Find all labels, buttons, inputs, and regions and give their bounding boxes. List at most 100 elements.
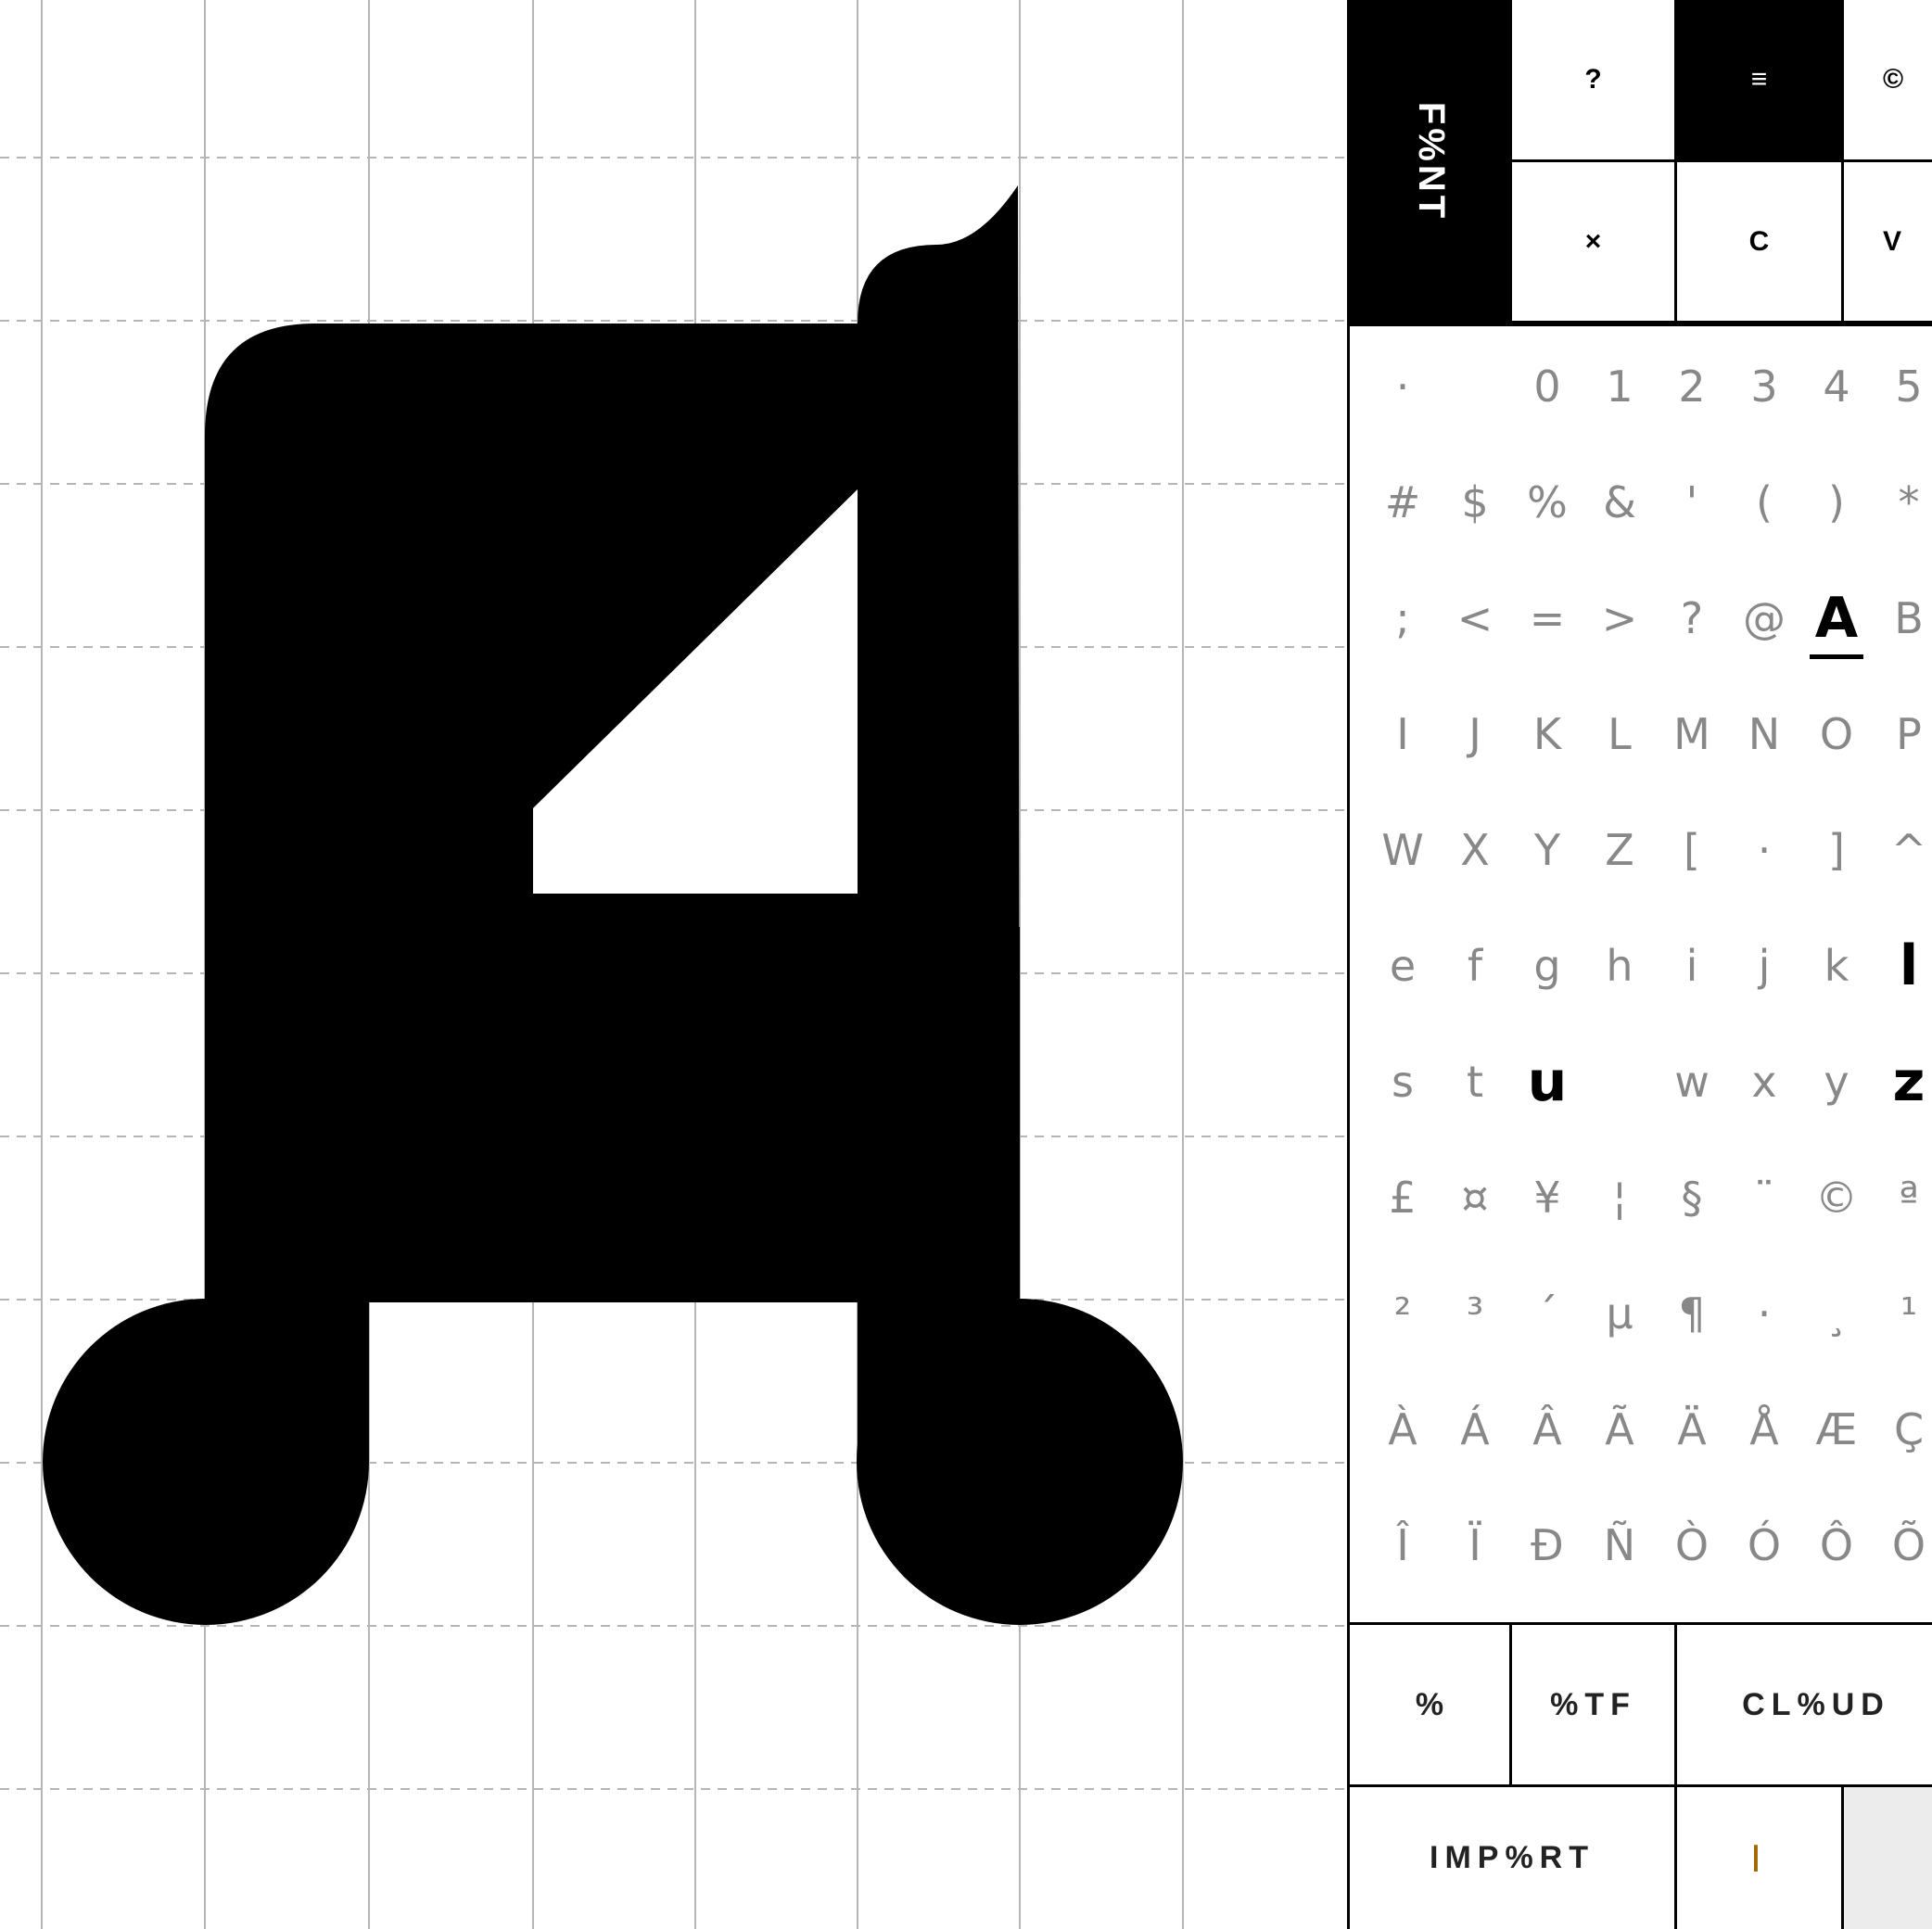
glyph-editor-canvas[interactable] (0, 0, 1349, 1929)
glyph-outline[interactable] (43, 185, 1183, 1625)
import-button[interactable]: IMP%RT (1350, 1787, 1677, 1929)
glyph-cell[interactable]: ) (1800, 444, 1873, 560)
glyph-cell[interactable]: Õ (1873, 1487, 1932, 1603)
glyph-cell[interactable]: y (1800, 1023, 1873, 1139)
menu-button[interactable]: ≡ (1677, 0, 1844, 162)
glyph-cell[interactable]: X (1439, 792, 1511, 907)
glyph-cell[interactable]: t (1439, 1023, 1511, 1139)
glyph-cell[interactable]: * (1873, 444, 1932, 560)
glyph-cell[interactable]: À (1366, 1371, 1439, 1487)
glyph-cell[interactable]: & (1583, 444, 1656, 560)
glyph-cell[interactable] (1439, 328, 1511, 444)
glyph-cell[interactable]: ª (1873, 1139, 1932, 1255)
glyph-cell[interactable]: Æ (1800, 1371, 1873, 1487)
glyph-cell[interactable]: 0 (1511, 328, 1583, 444)
copyright-button[interactable]: © (1844, 0, 1932, 162)
glyph-cell[interactable]: > (1583, 560, 1656, 676)
glyph-cell[interactable]: Ñ (1583, 1487, 1656, 1603)
o-button[interactable]: % (1350, 1625, 1512, 1784)
otf-export-button[interactable]: %TF (1512, 1625, 1677, 1784)
glyph-cell[interactable]: ¨ (1728, 1139, 1800, 1255)
glyph-cell[interactable]: ] (1800, 792, 1873, 907)
glyph-cell[interactable]: x (1728, 1023, 1800, 1139)
glyph-cell[interactable]: ' (1656, 444, 1728, 560)
glyph-cell[interactable]: h (1583, 907, 1656, 1023)
glyph-cell[interactable]: [ (1656, 792, 1728, 907)
glyph-cell[interactable]: N (1728, 676, 1800, 792)
glyph-cell[interactable]: Z (1583, 792, 1656, 907)
glyph-cell[interactable] (1583, 1023, 1656, 1139)
cloud-button[interactable]: CL%UD (1677, 1625, 1932, 1784)
glyph-cell[interactable]: ´ (1511, 1255, 1583, 1371)
glyph-cell[interactable]: Ó (1728, 1487, 1800, 1603)
glyph-cell[interactable]: k (1800, 907, 1873, 1023)
glyph-cell[interactable]: ^ (1873, 792, 1932, 907)
glyph-cell[interactable]: Ã (1583, 1371, 1656, 1487)
glyph-cell[interactable]: ¹ (1873, 1255, 1932, 1371)
glyph-cell[interactable]: J (1439, 676, 1511, 792)
glyph-cell[interactable]: § (1656, 1139, 1728, 1255)
glyph-cell[interactable]: W (1366, 792, 1439, 907)
glyph-cell[interactable]: z (1873, 1023, 1932, 1139)
glyph-cell[interactable]: Â (1511, 1371, 1583, 1487)
paste-button[interactable]: V (1844, 162, 1932, 324)
glyph-cell[interactable]: 2 (1656, 328, 1728, 444)
glyph-cell[interactable]: = (1511, 560, 1583, 676)
glyph-cell[interactable]: Ä (1656, 1371, 1728, 1487)
glyph-cell[interactable]: u (1511, 1023, 1583, 1139)
glyph-cell[interactable]: K (1511, 676, 1583, 792)
glyph-cell[interactable]: 5 (1873, 328, 1932, 444)
glyph-cell[interactable]: O (1800, 676, 1873, 792)
glyph-cell[interactable]: ( (1728, 444, 1800, 560)
glyph-cell[interactable]: ¦ (1583, 1139, 1656, 1255)
glyph-cell[interactable]: M (1656, 676, 1728, 792)
glyph-cell[interactable]: A (1800, 560, 1873, 676)
glyph-cell[interactable]: # (1366, 444, 1439, 560)
preview-area[interactable] (1844, 1787, 1932, 1929)
glyph-cell[interactable]: w (1656, 1023, 1728, 1139)
glyph-cell[interactable]: ² (1366, 1255, 1439, 1371)
glyph-cell[interactable]: £ (1366, 1139, 1439, 1255)
glyph-cell[interactable]: ¸ (1800, 1255, 1873, 1371)
text-input[interactable]: I (1677, 1787, 1844, 1929)
glyph-cell[interactable]: Å (1728, 1371, 1800, 1487)
close-button[interactable]: × (1512, 162, 1677, 324)
glyph-cell[interactable]: Ò (1656, 1487, 1728, 1603)
glyph-cell[interactable]: e (1366, 907, 1439, 1023)
glyph-cell[interactable]: ¥ (1511, 1139, 1583, 1255)
glyph-cell[interactable]: < (1439, 560, 1511, 676)
glyph-cell[interactable]: 1 (1583, 328, 1656, 444)
glyph-cell[interactable]: Á (1439, 1371, 1511, 1487)
glyph-cell[interactable]: Ç (1873, 1371, 1932, 1487)
glyph-cell[interactable]: B (1873, 560, 1932, 676)
glyph-cell[interactable]: ¶ (1656, 1255, 1728, 1371)
glyph-cell[interactable]: Î (1366, 1487, 1439, 1603)
glyph-cell[interactable]: µ (1583, 1255, 1656, 1371)
glyph-cell[interactable]: ; (1366, 560, 1439, 676)
glyph-cell[interactable]: @ (1728, 560, 1800, 676)
glyph-cell[interactable]: ³ (1439, 1255, 1511, 1371)
glyph-cell[interactable]: ¤ (1439, 1139, 1511, 1255)
help-button[interactable]: ? (1512, 0, 1677, 162)
copy-button[interactable]: C (1677, 162, 1844, 324)
glyph-cell[interactable]: © (1800, 1139, 1873, 1255)
glyph-cell[interactable]: Ð (1511, 1487, 1583, 1603)
glyph-cell[interactable]: I (1366, 676, 1439, 792)
glyph-cell[interactable]: $ (1439, 444, 1511, 560)
glyph-cell[interactable]: · (1728, 1255, 1800, 1371)
glyph-cell[interactable]: 4 (1800, 328, 1873, 444)
glyph-cell[interactable]: L (1583, 676, 1656, 792)
glyph-cell[interactable]: P (1873, 676, 1932, 792)
glyph-cell[interactable]: · (1366, 328, 1439, 444)
glyph-cell[interactable]: ? (1656, 560, 1728, 676)
glyph-cell[interactable]: g (1511, 907, 1583, 1023)
glyph-cell[interactable]: j (1728, 907, 1800, 1023)
glyph-cell[interactable]: s (1366, 1023, 1439, 1139)
glyph-cell[interactable]: i (1656, 907, 1728, 1023)
glyph-cell[interactable]: l (1873, 907, 1932, 1023)
glyph-cell[interactable]: 3 (1728, 328, 1800, 444)
glyph-cell[interactable]: Ï (1439, 1487, 1511, 1603)
glyph-cell[interactable]: f (1439, 907, 1511, 1023)
glyph-cell[interactable]: Y (1511, 792, 1583, 907)
glyph-cell[interactable]: % (1511, 444, 1583, 560)
